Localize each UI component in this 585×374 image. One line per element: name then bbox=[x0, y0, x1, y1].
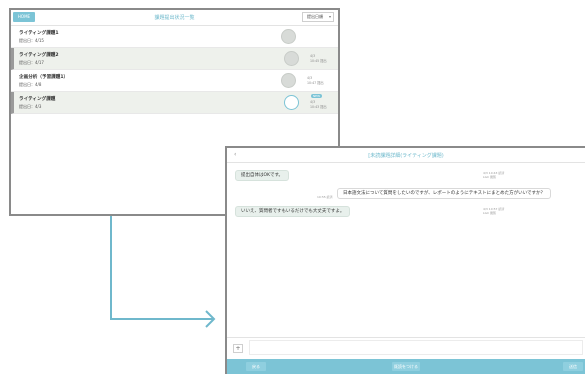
mark-read-button[interactable]: 既読をつける bbox=[392, 362, 420, 371]
assignment-title: 企画分析（予習課題1） bbox=[19, 75, 69, 80]
list-header: HOME 課題提出状況一覧 提出日順 ▾ bbox=[11, 10, 338, 26]
message-input[interactable] bbox=[249, 340, 583, 355]
submitted-meta: 4/3 10:45 提出 bbox=[310, 54, 327, 63]
submission-date: 提出日：4/8 bbox=[19, 82, 42, 87]
message-timestamp: 10:55 読済 bbox=[317, 195, 333, 199]
submitted-meta: 4/3 10:47 提出 bbox=[307, 76, 324, 85]
send-button[interactable]: 送信 bbox=[563, 362, 583, 371]
assignment-chat-screen: ‹ [未読課題詳細(ライティング課題) 提出自体はOKです。 4/3 10:43… bbox=[225, 146, 585, 374]
chat-header: ‹ [未読課題詳細(ライティング課題) bbox=[227, 148, 585, 163]
message-bubble: 提出自体はOKです。 bbox=[235, 170, 290, 181]
assignment-title: ライティング課題 bbox=[19, 97, 56, 102]
assignment-title: ライティング課題1 bbox=[19, 31, 59, 36]
chevron-down-icon: ▾ bbox=[328, 14, 331, 19]
list-item[interactable]: ライティング課題2 提出日：4/17 4/3 10:45 提出 bbox=[11, 48, 338, 70]
submission-date: 提出日：4/17 bbox=[19, 60, 44, 65]
status-circle-icon bbox=[284, 51, 299, 66]
status-circle-icon bbox=[281, 73, 296, 88]
status-ring-icon bbox=[284, 95, 299, 110]
status-circle-icon bbox=[281, 29, 296, 44]
assignment-title: ライティング課題2 bbox=[19, 53, 59, 58]
list-item[interactable]: 企画分析（予習課題1） 提出日：4/8 4/3 10:47 提出 bbox=[11, 70, 338, 92]
page-title: 課題提出状況一覧 bbox=[154, 15, 195, 21]
message-bubble: 日本語文法について質問をしたいのですが、レポートのようにテキストにまとめた方がい… bbox=[337, 188, 552, 199]
message-timestamp: 4/3 10:57 読済 LGC 閲覧 bbox=[483, 207, 505, 215]
new-badge: NEW bbox=[311, 94, 322, 98]
list-item[interactable]: ライティング課題1 提出日：4/15 bbox=[11, 26, 338, 48]
submission-date: 提出日：4/3 bbox=[19, 104, 42, 109]
list-item[interactable]: ライティング課題 提出日：4/3 NEW 4/3 10:43 提出 bbox=[11, 92, 338, 114]
message-bubble: いいえ、質問者ですもいるだけでも大丈夫ですよ。 bbox=[235, 206, 351, 217]
message-composer: + bbox=[227, 337, 585, 358]
submitted-meta: 4/3 10:43 提出 bbox=[310, 100, 327, 109]
page-title: [未読課題詳細(ライティング課題) bbox=[368, 153, 444, 159]
submission-date: 提出日：4/15 bbox=[19, 38, 44, 43]
sort-select-value: 提出日順 bbox=[307, 14, 323, 19]
attach-button[interactable]: + bbox=[233, 344, 243, 353]
bottom-action-bar: 戻る 既読をつける 送信 bbox=[227, 359, 585, 374]
message-timestamp: 4/3 10:43 読済 LGC 閲覧 bbox=[483, 171, 505, 179]
back-action-button[interactable]: 戻る bbox=[246, 362, 266, 371]
sort-select[interactable]: 提出日順 ▾ bbox=[302, 12, 334, 22]
